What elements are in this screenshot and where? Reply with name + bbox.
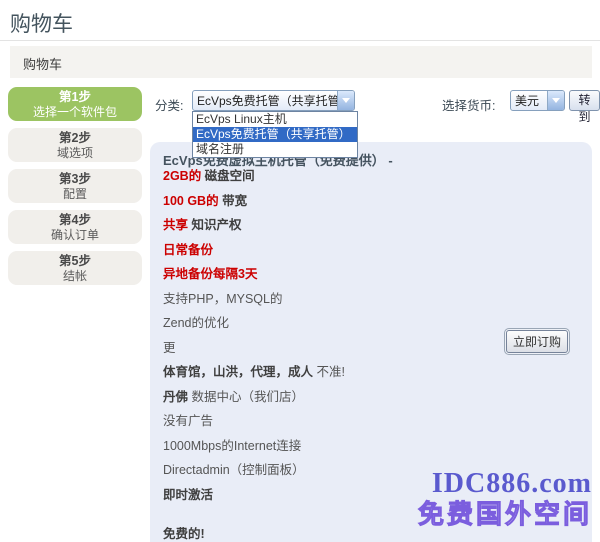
category-option-2[interactable]: EcVps免费托管（共享托管） xyxy=(193,127,357,142)
step-label: 选择一个软件包 xyxy=(33,105,117,119)
feature-text: 免费的! xyxy=(163,527,205,541)
feature-line: 支持PHP，MYSQL的 xyxy=(163,293,503,306)
feature-text: 即时激活 xyxy=(163,488,213,502)
product-feature-list: 2GB的 磁盘空间100 GB的 带宽共享 知识产权日常备份异地备份每隔3天支持… xyxy=(163,170,503,542)
feature-text: 不准! xyxy=(313,365,345,379)
step-number: 第2步 xyxy=(59,131,91,146)
feature-line: 免费的! xyxy=(163,528,503,541)
feature-text: 数据中心（我们店） xyxy=(188,390,304,404)
feature-text: 没有广告 xyxy=(163,414,213,428)
feature-line: Directadmin（控制面板） xyxy=(163,464,503,477)
feature-text: 带宽 xyxy=(219,194,247,208)
feature-line: 1000Mbps的Internet连接 xyxy=(163,440,503,453)
feature-line: 体育馆，山洪，代理，成人 不准! xyxy=(163,366,503,379)
currency-select[interactable]: 美元 xyxy=(510,90,565,111)
feature-text: 日常备份 xyxy=(163,243,213,257)
sidebar-step-3[interactable]: 第3步配置 xyxy=(8,169,142,203)
title-divider xyxy=(0,40,600,41)
step-number: 第1步 xyxy=(59,90,91,105)
sidebar-step-2[interactable]: 第2步域选项 xyxy=(8,128,142,162)
feature-text: 2GB的 xyxy=(163,169,201,183)
step-label: 结帐 xyxy=(63,269,87,283)
sidebar-step-5[interactable]: 第5步结帐 xyxy=(8,251,142,285)
chevron-down-icon[interactable] xyxy=(547,91,564,110)
feature-line: 异地备份每隔3天 xyxy=(163,268,503,281)
currency-go-button[interactable]: 转到 xyxy=(569,90,600,111)
step-label: 配置 xyxy=(63,187,87,201)
category-select[interactable]: EcVps免费托管（共享托管） xyxy=(192,90,355,111)
feature-text: 磁盘空间 xyxy=(201,169,254,183)
chevron-down-icon[interactable] xyxy=(337,91,354,110)
category-options-list: EcVps Linux主机EcVps免费托管（共享托管）域名注册 xyxy=(192,111,358,158)
feature-line: 100 GB的 带宽 xyxy=(163,195,503,208)
category-option-1[interactable]: EcVps Linux主机 xyxy=(193,112,357,127)
currency-label: 选择货币: xyxy=(442,95,495,114)
order-button-outline: 立即订购 xyxy=(504,328,570,355)
feature-line: 没有广告 xyxy=(163,415,503,428)
step-number: 第4步 xyxy=(59,213,91,228)
sidebar-step-4[interactable]: 第4步确认订单 xyxy=(8,210,142,244)
feature-text: 100 GB的 xyxy=(163,194,219,208)
feature-text: 体育馆，山洪，代理，成人 xyxy=(163,365,313,379)
breadcrumb-cart-link[interactable]: 购物车 xyxy=(23,54,62,73)
feature-text: 异地备份每隔3天 xyxy=(163,267,257,281)
step-label: 确认订单 xyxy=(51,228,99,242)
feature-line: 丹佛 数据中心（我们店） xyxy=(163,391,503,404)
breadcrumb: 购物车 xyxy=(10,46,592,78)
feature-line: 日常备份 xyxy=(163,244,503,257)
page-title: 购物车 xyxy=(10,8,73,38)
product-panel: EcVps免费虚拟主机托管（免费提供） - 2GB的 磁盘空间100 GB的 带… xyxy=(150,142,592,542)
category-option-3[interactable]: 域名注册 xyxy=(193,142,357,157)
steps-sidebar: 第1步选择一个软件包第2步域选项第3步配置第4步确认订单第5步结帐 xyxy=(8,87,142,292)
feature-text: 支持PHP，MYSQL的 xyxy=(163,292,282,306)
feature-line: 更 xyxy=(163,342,503,355)
step-number: 第5步 xyxy=(59,254,91,269)
feature-text: 丹佛 xyxy=(163,390,188,404)
shopping-cart-page: 购物车 购物车 第1步选择一个软件包第2步域选项第3步配置第4步确认订单第5步结… xyxy=(0,0,600,542)
currency-selected-value: 美元 xyxy=(511,92,547,109)
feature-text: Zend的优化 xyxy=(163,316,229,330)
feature-text: 知识产权 xyxy=(188,218,241,232)
step-label: 域选项 xyxy=(57,146,93,160)
feature-text: Directadmin（控制面板） xyxy=(163,463,305,477)
step-number: 第3步 xyxy=(59,172,91,187)
feature-text: 更 xyxy=(163,341,176,355)
feature-line: 2GB的 磁盘空间 xyxy=(163,170,503,183)
feature-line: 即时激活 xyxy=(163,489,503,502)
feature-text: 1000Mbps的Internet连接 xyxy=(163,439,301,453)
category-selected-value: EcVps免费托管（共享托管） xyxy=(193,92,337,109)
feature-text: 共享 xyxy=(163,218,188,232)
order-now-button[interactable]: 立即订购 xyxy=(506,330,568,353)
feature-line: Zend的优化 xyxy=(163,317,503,330)
category-label: 分类: xyxy=(155,95,183,114)
feature-line: 共享 知识产权 xyxy=(163,219,503,232)
sidebar-step-1[interactable]: 第1步选择一个软件包 xyxy=(8,87,142,121)
